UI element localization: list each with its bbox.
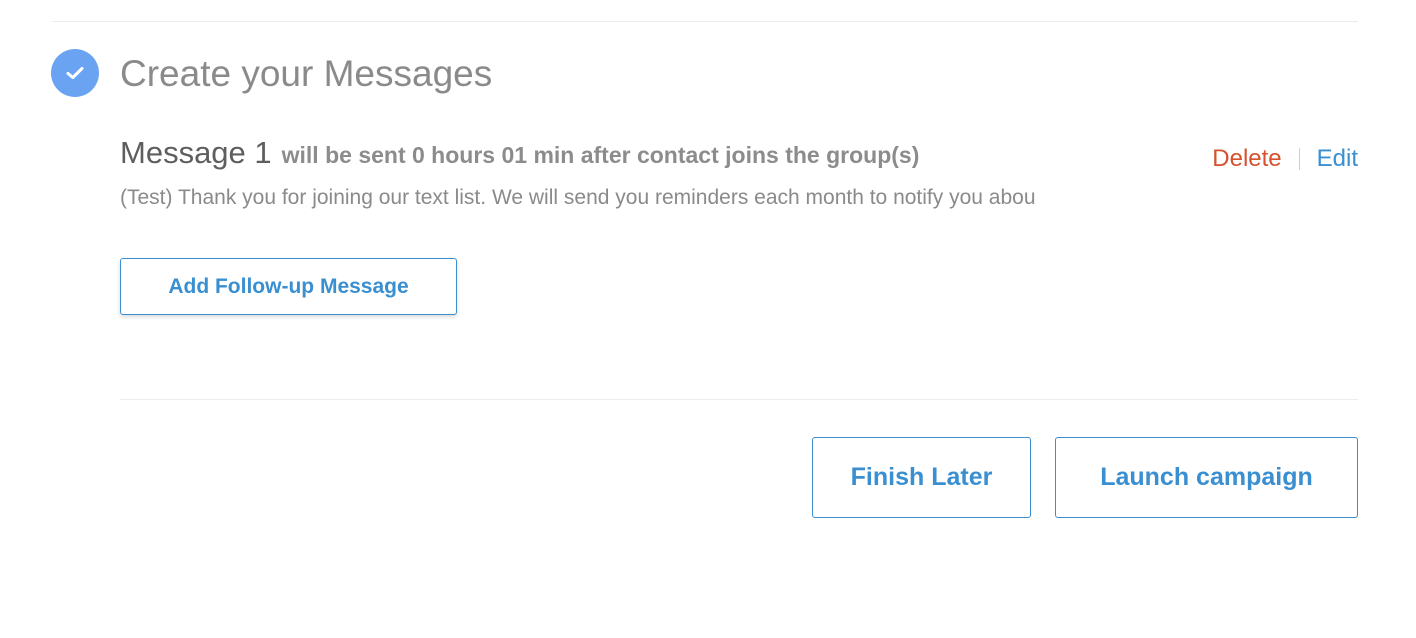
- actions-divider: [1298, 148, 1300, 170]
- message-name: Message 1: [120, 135, 272, 170]
- finish-later-button[interactable]: Finish Later: [812, 437, 1031, 518]
- message-item: Message 1 will be sent 0 hours 01 min af…: [120, 133, 1358, 212]
- add-followup-message-button[interactable]: Add Follow-up Message: [120, 258, 457, 315]
- bottom-divider: [120, 399, 1358, 400]
- edit-message-link[interactable]: Edit: [1317, 144, 1358, 174]
- step-complete-badge: [51, 49, 99, 97]
- top-divider: [52, 21, 1358, 22]
- section-title: Create your Messages: [120, 53, 493, 94]
- message-preview: (Test) Thank you for joining our text li…: [120, 186, 1036, 209]
- create-messages-page: Create your Messages Message 1 will be s…: [0, 0, 1416, 638]
- message-heading: Message 1 will be sent 0 hours 01 min af…: [120, 133, 1358, 173]
- message-actions: Delete Edit: [1212, 144, 1358, 174]
- delete-message-link[interactable]: Delete: [1212, 144, 1281, 174]
- launch-campaign-button[interactable]: Launch campaign: [1055, 437, 1358, 518]
- check-icon: [66, 66, 84, 80]
- message-schedule: will be sent 0 hours 01 min after contac…: [281, 142, 920, 168]
